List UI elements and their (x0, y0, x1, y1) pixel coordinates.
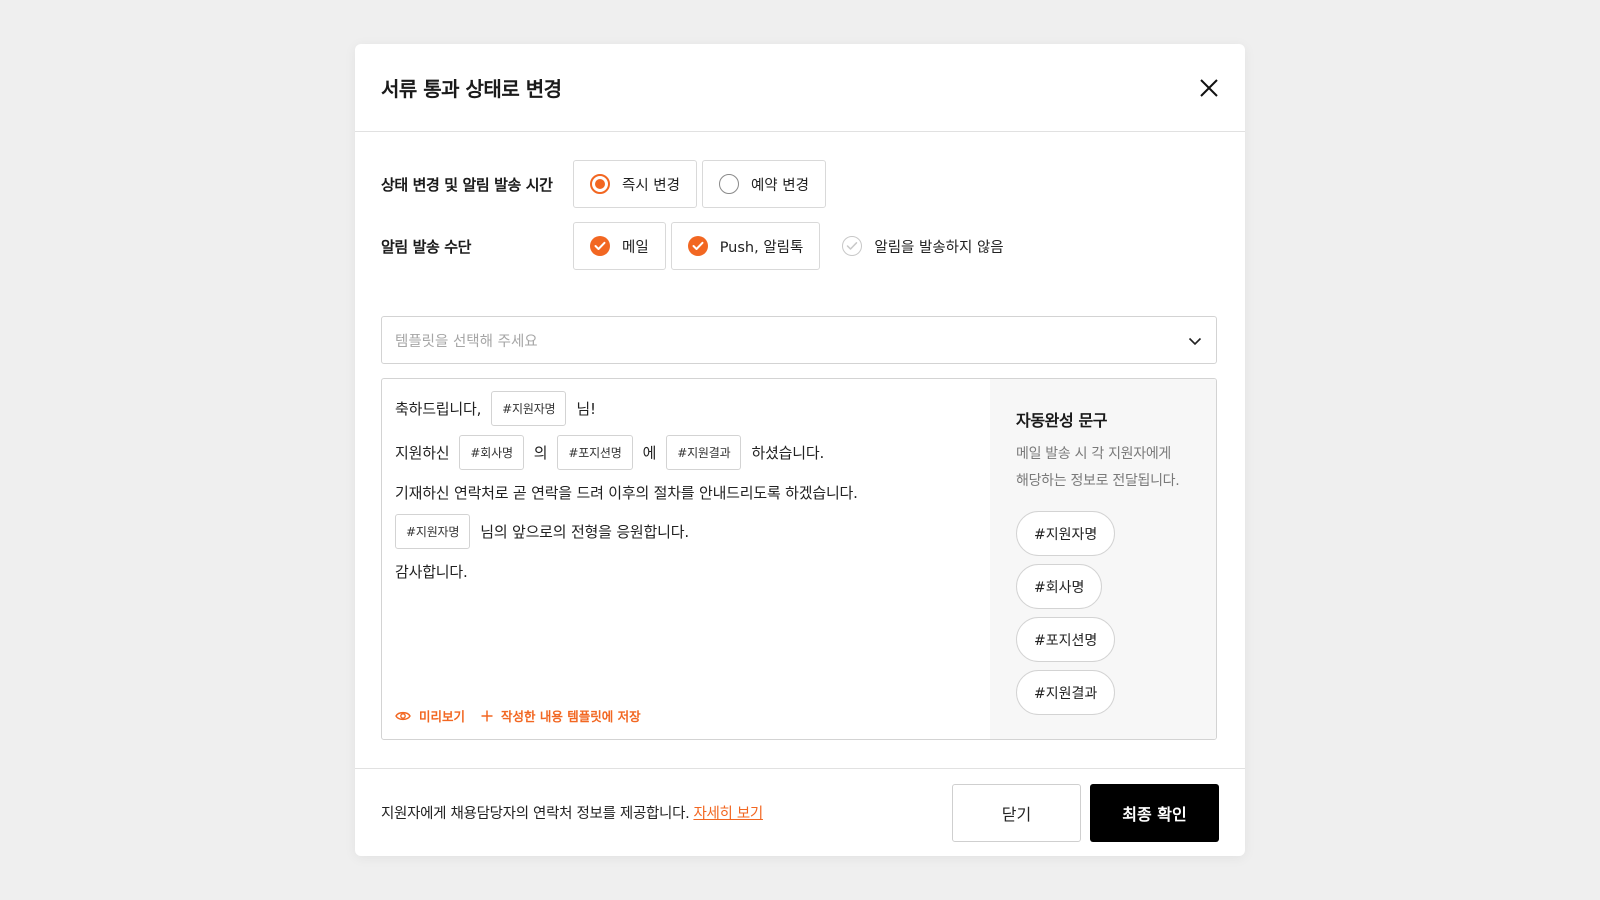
modal-header: 서류 통과 상태로 변경 (355, 44, 1245, 132)
checkbox-push[interactable]: Push, 알림톡 (670, 222, 821, 270)
message-editor: 축하드립니다, #지원자명 님! 지원하신 #회사명 의 #포지션명 에 #지원… (381, 378, 1217, 740)
editor-text: 의 (533, 444, 548, 462)
confirm-button[interactable]: 최종 확인 (1090, 783, 1219, 842)
editor-line-4: #지원자명 님의 앞으로의 전형을 응원합니다. (395, 514, 689, 549)
editor-text: 지원하신 (395, 444, 450, 462)
template-select[interactable]: 템플릿을 선택해 주세요 (381, 316, 1217, 364)
plus-icon (481, 710, 493, 721)
radio-immediate[interactable]: 즉시 변경 (573, 160, 697, 208)
check-icon (590, 236, 610, 256)
check-icon (687, 236, 708, 256)
channels-row: 알림 발송 수단 메일 Push, 알림톡 알림을 발송하지 않음 (381, 222, 1026, 270)
editor-line-1: 축하드립니다, #지원자명 님! (395, 391, 596, 426)
timing-label: 상태 변경 및 알림 발송 시간 (381, 175, 553, 194)
editor-text: 님! (576, 400, 596, 418)
editor-text: 하셨습니다. (751, 444, 825, 462)
footer-info-text: 지원자에게 채용담당자의 연락처 정보를 제공합니다. (381, 806, 690, 822)
template-select-placeholder: 템플릿을 선택해 주세요 (395, 333, 538, 350)
checkbox-no-notification[interactable]: 알림을 발송하지 않음 (825, 222, 1021, 270)
token-position-name[interactable]: #포지션명 (557, 435, 633, 470)
footer-info: 지원자에게 채용담당자의 연락처 정보를 제공합니다. 자세히 보기 (381, 802, 763, 823)
close-icon[interactable] (1195, 74, 1223, 102)
autocomplete-desc-line: 해당하는 정보로 전달됩니다. (1016, 473, 1180, 489)
chip-position-name[interactable]: #포지션명 (1016, 617, 1116, 662)
footer-buttons: 닫기 최종 확인 (952, 783, 1219, 842)
editor-text: 에 (642, 444, 657, 462)
editor-body[interactable]: 축하드립니다, #지원자명 님! 지원하신 #회사명 의 #포지션명 에 #지원… (382, 379, 990, 739)
timing-row: 상태 변경 및 알림 발송 시간 즉시 변경 예약 변경 (381, 160, 831, 208)
chip-company-name[interactable]: #회사명 (1016, 564, 1103, 609)
checkbox-mail-label: 메일 (622, 239, 649, 256)
checkbox-mail[interactable]: 메일 (573, 222, 666, 270)
channels-label: 알림 발송 수단 (381, 237, 472, 256)
token-applicant-name[interactable]: #지원자명 (491, 391, 567, 426)
chip-applicant-name[interactable]: #지원자명 (1016, 511, 1116, 556)
token-company-name[interactable]: #회사명 (459, 435, 524, 470)
modal-title: 서류 통과 상태로 변경 (381, 77, 562, 101)
preview-label: 미리보기 (419, 709, 466, 724)
radio-scheduled-label: 예약 변경 (750, 177, 809, 194)
radio-selected-icon (590, 174, 610, 194)
checkbox-push-label: Push, 알림톡 (719, 239, 804, 256)
token-result[interactable]: #지원결과 (666, 435, 742, 470)
save-template-button[interactable]: 작성한 내용 템플릿에 저장 (481, 706, 641, 725)
token-applicant-name[interactable]: #지원자명 (395, 514, 471, 549)
autocomplete-chip-list: #지원자명 #회사명 #포지션명 #지원결과 (1016, 511, 1190, 723)
editor-text: 님의 앞으로의 전형을 응원합니다. (480, 523, 689, 541)
editor-text: 축하드립니다, (395, 400, 482, 418)
radio-unselected-icon (718, 174, 739, 194)
editor-line-3: 기재하신 연락처로 곧 연락을 드려 이후의 절차를 안내드리도록 하겠습니다. (395, 475, 858, 510)
modal-footer: 지원자에게 채용담당자의 연락처 정보를 제공합니다. 자세히 보기 닫기 최종 … (355, 768, 1245, 856)
radio-scheduled[interactable]: 예약 변경 (701, 160, 826, 208)
status-change-modal: 서류 통과 상태로 변경 상태 변경 및 알림 발송 시간 즉시 변경 예약 변… (355, 44, 1245, 856)
editor-line-2: 지원하신 #회사명 의 #포지션명 에 #지원결과 하셨습니다. (395, 435, 824, 470)
eye-icon (395, 711, 411, 720)
chip-result[interactable]: #지원결과 (1016, 670, 1116, 715)
check-outline-icon (842, 236, 863, 256)
save-template-label: 작성한 내용 템플릿에 저장 (501, 709, 641, 724)
editor-actions: 미리보기 작성한 내용 템플릿에 저장 (395, 706, 657, 725)
chevron-down-icon (1188, 331, 1202, 350)
details-link[interactable]: 자세히 보기 (693, 806, 763, 822)
close-button[interactable]: 닫기 (952, 783, 1081, 842)
editor-text: 감사합니다. (395, 563, 468, 581)
autocomplete-desc-line: 메일 발송 시 각 지원자에게 (1016, 446, 1171, 462)
autocomplete-title: 자동완성 문구 (1016, 411, 1108, 430)
preview-button[interactable]: 미리보기 (395, 706, 465, 725)
editor-line-5: 감사합니다. (395, 554, 468, 589)
autocomplete-description: 메일 발송 시 각 지원자에게 해당하는 정보로 전달됩니다. (1016, 441, 1190, 495)
checkbox-no-notification-label: 알림을 발송하지 않음 (874, 239, 1004, 256)
editor-text: 기재하신 연락처로 곧 연락을 드려 이후의 절차를 안내드리도록 하겠습니다. (395, 484, 858, 502)
autocomplete-panel: 자동완성 문구 메일 발송 시 각 지원자에게 해당하는 정보로 전달됩니다. … (990, 379, 1216, 739)
radio-immediate-label: 즉시 변경 (622, 177, 680, 194)
